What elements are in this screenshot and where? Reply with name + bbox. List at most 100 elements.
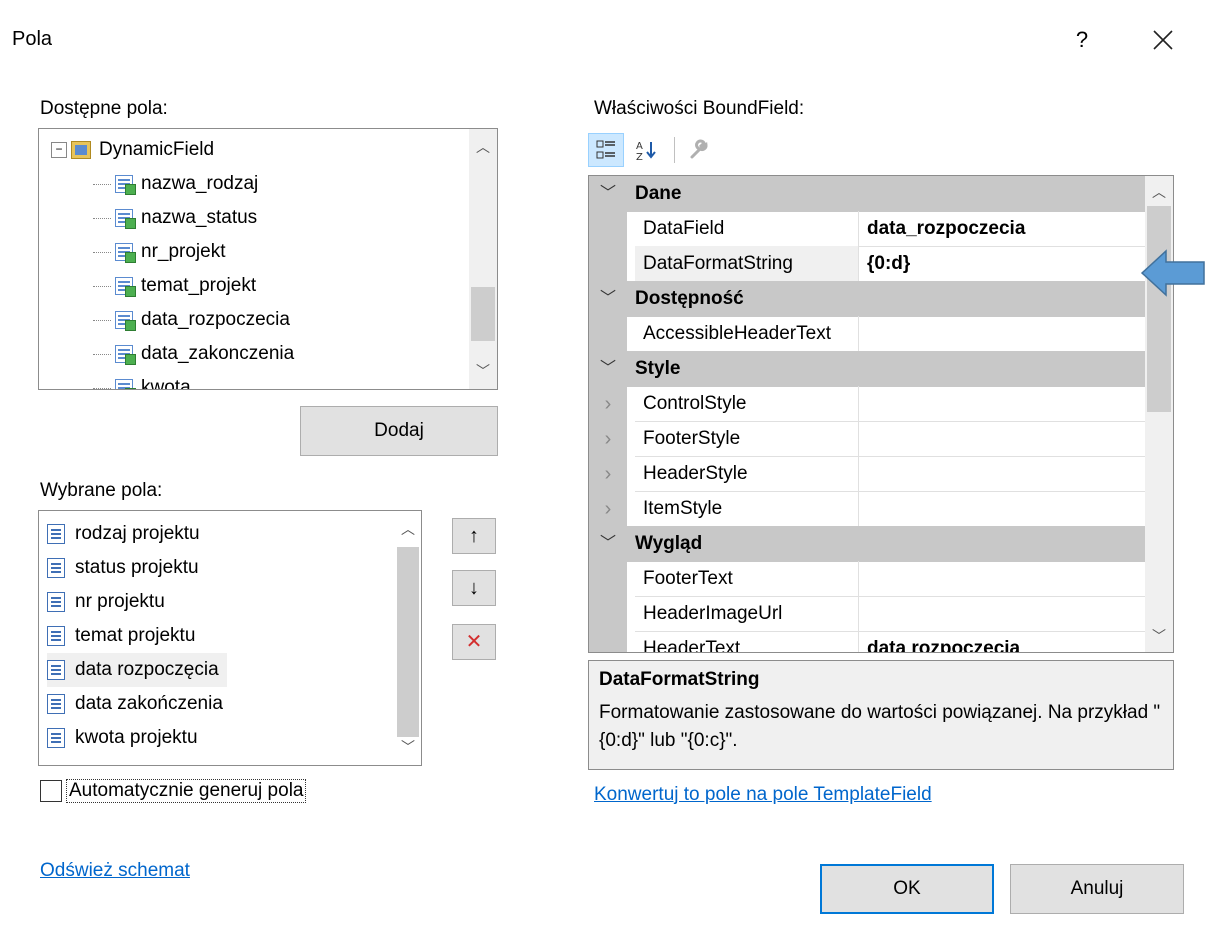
tree-item[interactable]: kwota	[93, 371, 191, 389]
auto-generate-label[interactable]: Automatycznie generuj pola	[66, 779, 307, 803]
convert-templatefield-link[interactable]: Konwertuj to pole na pole TemplateField	[594, 784, 932, 806]
help-button[interactable]: ?	[1062, 20, 1102, 60]
property-value[interactable]	[859, 561, 1147, 597]
scroll-up-icon[interactable]: ︿	[469, 133, 497, 161]
properties-toolbar: AZ	[588, 132, 721, 168]
chevron-down-icon[interactable]: ﹀	[589, 176, 627, 212]
category-name: Dane	[635, 183, 682, 204]
pointer-arrow-icon	[1140, 249, 1205, 297]
property-name: HeaderStyle	[635, 456, 859, 492]
property-name: AccessibleHeaderText	[635, 316, 859, 352]
property-row[interactable]: DataFormatString {0:d}	[589, 246, 1147, 282]
chevron-down-icon[interactable]: ﹀	[589, 351, 627, 387]
list-item-label: data rozpoczęcia	[75, 659, 219, 680]
list-item[interactable]: kwota projektu	[47, 721, 206, 755]
scroll-thumb[interactable]	[471, 287, 495, 341]
row-gutter	[589, 596, 627, 632]
list-item-label: temat projektu	[75, 625, 196, 646]
property-grid[interactable]: ﹀ Dane DataField data_rozpoczecia DataFormat…	[588, 175, 1174, 653]
tree-item[interactable]: nazwa_status	[93, 201, 257, 235]
property-row[interactable]: › HeaderStyle	[589, 456, 1147, 492]
scroll-down-icon[interactable]: ﹀	[1145, 622, 1173, 650]
property-row[interactable]: FooterText	[589, 561, 1147, 597]
property-value[interactable]	[859, 316, 1147, 352]
scroll-up-icon[interactable]: ︿	[1145, 178, 1173, 206]
chevron-right-icon[interactable]: ›	[589, 386, 627, 422]
tree-item[interactable]: nr_projekt	[93, 235, 226, 269]
close-icon	[1153, 30, 1173, 50]
property-row[interactable]: › FooterStyle	[589, 421, 1147, 457]
property-category[interactable]: ﹀ Dostępność	[589, 281, 1147, 317]
ok-button[interactable]: OK	[820, 864, 994, 914]
field-icon	[47, 660, 65, 680]
alphabetical-button[interactable]: AZ	[628, 133, 664, 167]
refresh-schema-link[interactable]: Odśwież schemat	[40, 860, 190, 882]
row-gutter	[589, 631, 627, 652]
chevron-down-icon[interactable]: ﹀	[589, 281, 627, 317]
list-item[interactable]: rodzaj projektu	[47, 517, 208, 551]
field-icon	[47, 728, 65, 748]
property-row[interactable]: HeaderText data rozpoczecia	[589, 631, 1147, 652]
chevron-right-icon[interactable]: ›	[589, 491, 627, 527]
delete-button[interactable]: ✕	[452, 624, 496, 660]
tree-connector	[93, 387, 111, 389]
property-pages-button[interactable]	[681, 133, 717, 167]
scroll-thumb[interactable]	[397, 547, 419, 737]
chevron-down-icon[interactable]: ﹀	[589, 526, 627, 562]
move-up-button[interactable]: ↑	[452, 518, 496, 554]
tree-item-label: temat_projekt	[141, 275, 257, 296]
tree-item[interactable]: nazwa_rodzaj	[93, 167, 258, 201]
list-item[interactable]: temat projektu	[47, 619, 203, 653]
property-value[interactable]	[859, 456, 1147, 492]
property-row[interactable]: DataField data_rozpoczecia	[589, 211, 1147, 247]
list-item[interactable]: data zakończenia	[47, 687, 231, 721]
category-name: Dostępność	[635, 288, 744, 309]
property-value[interactable]	[859, 596, 1147, 632]
move-down-button[interactable]: ↓	[452, 570, 496, 606]
field-icon	[47, 626, 65, 646]
scroll-down-icon[interactable]: ﹀	[395, 733, 421, 761]
property-value[interactable]: data_rozpoczecia	[859, 211, 1147, 247]
tree-item[interactable]: temat_projekt	[93, 269, 256, 303]
scroll-down-icon[interactable]: ﹀	[469, 357, 497, 385]
property-category[interactable]: ﹀ Style	[589, 351, 1147, 387]
categorized-button[interactable]	[588, 133, 624, 167]
list-item[interactable]: data rozpoczęcia	[47, 653, 227, 687]
collapse-icon[interactable]: −	[51, 142, 67, 158]
list-item[interactable]: status projektu	[47, 551, 207, 585]
scroll-up-icon[interactable]: ︿	[395, 515, 421, 543]
selected-scrollbar[interactable]: ︿ ﹀	[395, 511, 421, 765]
auto-generate-checkbox[interactable]	[40, 780, 62, 802]
property-value[interactable]: {0:d}	[859, 246, 1147, 282]
tree-connector	[93, 319, 111, 321]
available-fields-tree[interactable]: − DynamicField nazwa_rodzaj nazwa_status n…	[38, 128, 498, 390]
property-value[interactable]: data rozpoczecia	[859, 631, 1147, 652]
property-row[interactable]: HeaderImageUrl	[589, 596, 1147, 632]
available-scrollbar[interactable]: ︿ ﹀	[469, 129, 497, 389]
property-category[interactable]: ﹀ Wygląd	[589, 526, 1147, 562]
list-item[interactable]: nr projektu	[47, 585, 173, 619]
close-button[interactable]	[1143, 20, 1183, 60]
tree-item-label: data_zakonczenia	[141, 343, 295, 364]
property-row[interactable]: › ItemStyle	[589, 491, 1147, 527]
chevron-right-icon[interactable]: ›	[589, 456, 627, 492]
field-icon	[47, 524, 65, 544]
property-row[interactable]: AccessibleHeaderText	[589, 316, 1147, 352]
property-name: HeaderImageUrl	[635, 596, 859, 632]
list-item-label: status projektu	[75, 557, 199, 578]
add-button[interactable]: Dodaj	[300, 406, 498, 456]
tree-item-label: data_rozpoczecia	[141, 309, 290, 330]
property-value[interactable]	[859, 386, 1147, 422]
chevron-right-icon[interactable]: ›	[589, 421, 627, 457]
selected-fields-list[interactable]: rodzaj projektu status projektu nr projekt…	[38, 510, 422, 766]
available-fields-label: Dostępne pola:	[40, 98, 168, 119]
property-category[interactable]: ﹀ Dane	[589, 176, 1147, 212]
scroll-thumb[interactable]	[1147, 206, 1171, 412]
cancel-button[interactable]: Anuluj	[1010, 864, 1184, 914]
property-row[interactable]: › ControlStyle	[589, 386, 1147, 422]
property-value[interactable]	[859, 421, 1147, 457]
tree-item[interactable]: data_zakonczenia	[93, 337, 294, 371]
property-value[interactable]	[859, 491, 1147, 527]
tree-root[interactable]: − DynamicField	[51, 133, 214, 167]
tree-item[interactable]: data_rozpoczecia	[93, 303, 290, 337]
